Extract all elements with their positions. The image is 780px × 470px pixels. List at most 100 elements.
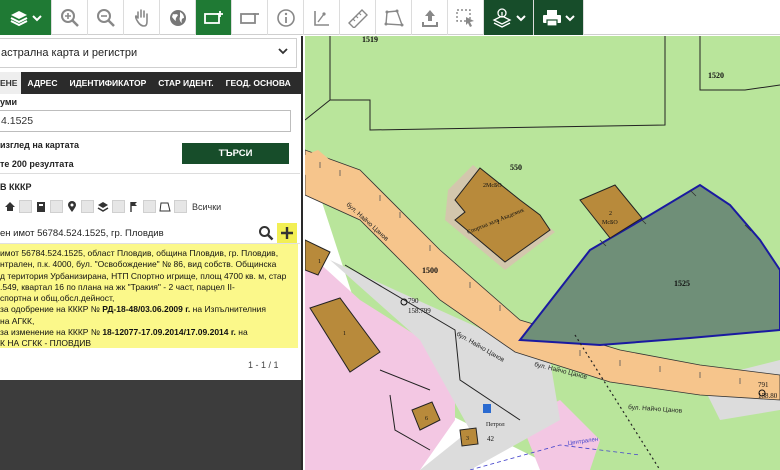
building-label-3: 3 — [466, 436, 469, 442]
point-label-791: 791 — [758, 381, 769, 389]
building-icon — [37, 201, 45, 212]
zoom-in-button[interactable] — [52, 0, 88, 35]
tab-geodetic-base[interactable]: ГЕОД. ОСНОВА — [220, 72, 297, 94]
main-toolbar — [0, 0, 780, 35]
chevron-down-icon — [32, 14, 42, 21]
building-layer-toggle[interactable] — [4, 201, 16, 213]
parcel-label-550: 550 — [510, 163, 522, 172]
cadastral-map[interactable]: 1519 1520 550 2МсБО 1 Спортна зала Акаде… — [305, 36, 780, 470]
measure-icon — [347, 8, 368, 28]
building-label-42: 42 — [487, 435, 495, 443]
home-icon — [5, 202, 15, 211]
results-count-label: те 200 резултата — [0, 159, 74, 169]
address-layer-toggle[interactable] — [66, 200, 78, 213]
search-tabs: ЕНЕ АДРЕС ИДЕНТИФИКАТОР СТАР ИДЕНТ. ГЕОД… — [0, 72, 301, 94]
tab-address[interactable]: АДРЕС — [21, 72, 63, 94]
globe-button[interactable] — [160, 0, 196, 35]
layers-button[interactable] — [0, 0, 52, 35]
kkkp-label: В КККР — [0, 182, 32, 192]
search-panel: астрална карта и регистри ЕНЕ АДРЕС ИДЕН… — [0, 36, 303, 470]
print-icon — [543, 9, 561, 27]
map-pin-icon — [68, 200, 76, 212]
building-label-6: 6 — [425, 416, 428, 422]
layer-checkbox[interactable] — [81, 200, 94, 213]
select-button[interactable] — [448, 0, 484, 35]
parcel-layer-toggle[interactable] — [35, 201, 47, 213]
tab-identifier[interactable]: ИДЕНТИФИКАТОР — [63, 72, 152, 94]
layer-checkbox[interactable] — [174, 200, 187, 213]
change-line-2: К НА СГКК - ПЛОВДИВ — [0, 338, 91, 348]
zoom-in-icon — [60, 8, 79, 27]
layer-checkbox[interactable] — [143, 200, 156, 213]
parcel-label-1525: 1525 — [674, 279, 690, 288]
building-42 — [459, 427, 479, 447]
building-label-2: 2 — [609, 211, 612, 217]
zoom-rect-icon — [203, 10, 223, 24]
chevron-down-icon — [278, 48, 288, 55]
view-label: изглед на картата — [0, 140, 80, 150]
upload-button[interactable] — [412, 0, 448, 35]
layer-select-value: астрална карта и регистри — [1, 47, 138, 59]
layer-checkbox[interactable] — [19, 200, 32, 213]
result-line: нтрален, п.к. 4000, бул. "Освобождение" … — [0, 259, 277, 270]
identify-icon — [492, 7, 512, 28]
result-line: д територия Урбанизирана, НТП Спортно иг… — [0, 270, 287, 281]
zoom-prev-icon — [239, 12, 259, 24]
identify-layers-button[interactable] — [484, 0, 534, 35]
layer-select[interactable]: астрална карта и регистри — [0, 38, 297, 68]
search-input[interactable] — [0, 110, 291, 132]
building-label-1c: 1 — [318, 259, 321, 265]
measure-area-button[interactable] — [376, 0, 412, 35]
layer-checkbox[interactable] — [112, 200, 125, 213]
print-button[interactable] — [534, 0, 584, 35]
pan-hand-icon — [134, 8, 148, 27]
upload-icon — [421, 9, 438, 27]
layers-icon — [10, 10, 28, 26]
area-icon — [384, 9, 403, 26]
geodetic-layer-toggle[interactable] — [128, 201, 140, 213]
building-label-2mcbo: 2МсБО — [483, 183, 502, 189]
info-icon — [276, 8, 295, 27]
point-height-790: 158.799 — [408, 307, 431, 315]
parcel-label-1520: 1520 — [708, 71, 724, 80]
search-button[interactable]: ТЪРСИ — [182, 143, 289, 164]
coordinates-icon — [313, 10, 329, 26]
all-layers-label: Всички — [192, 201, 222, 212]
chevron-down-icon — [565, 14, 575, 21]
coordinates-button[interactable] — [304, 0, 340, 35]
zoom-to-result-button[interactable] — [256, 223, 276, 243]
numbers-label: уми — [0, 97, 18, 107]
result-details: имот 56784.524.1525, област Пловдив, общ… — [0, 244, 298, 348]
point-label-790: 790 — [408, 297, 419, 305]
approval-order-link[interactable]: РД-18-48/03.06.2009 г. — [102, 304, 190, 314]
polygon-layer-toggle[interactable] — [159, 201, 171, 213]
change-order-link[interactable]: 18-12077-17.09.2014/17.09.2014 г. — [102, 327, 236, 337]
layers-layer-toggle[interactable] — [97, 201, 109, 213]
result-line: имот 56784.524.1525, област Пловдив, общ… — [0, 248, 279, 258]
info-button[interactable] — [268, 0, 304, 35]
petrol-label: Петрол — [486, 422, 505, 428]
zoom-rect-button[interactable] — [196, 0, 232, 35]
parcel-label-1500: 1500 — [422, 266, 438, 275]
chevron-down-icon — [516, 14, 526, 21]
zoom-previous-button[interactable] — [232, 0, 268, 35]
zoom-out-icon — [96, 8, 115, 27]
zoom-out-button[interactable] — [88, 0, 124, 35]
select-icon — [455, 8, 474, 27]
tab-search[interactable]: ЕНЕ — [0, 72, 22, 94]
pan-button[interactable] — [124, 0, 160, 35]
building-label-1b: 1 — [343, 331, 346, 337]
layer-checkbox[interactable] — [50, 200, 63, 213]
layers-icon — [97, 201, 109, 212]
measure-distance-button[interactable] — [340, 0, 376, 35]
polygon-icon — [159, 202, 171, 211]
tab-old-identifier[interactable]: СТАР ИДЕНТ. — [152, 72, 219, 94]
add-result-button[interactable] — [277, 223, 297, 243]
divider — [0, 173, 300, 174]
result-line: .549, квартал 16 по плана на жк "Тракия"… — [0, 281, 235, 292]
building-label-mcbo: МсБО — [602, 220, 618, 226]
map-view[interactable]: 1519 1520 550 2МсБО 1 Спортна зала Акаде… — [305, 36, 780, 470]
parcel-label-1519: 1519 — [362, 36, 378, 44]
result-line: спортна и общ.обсл.дейност, — [0, 293, 115, 304]
change-line: за изменение на КККР № 18-12077-17.09.20… — [0, 327, 248, 338]
